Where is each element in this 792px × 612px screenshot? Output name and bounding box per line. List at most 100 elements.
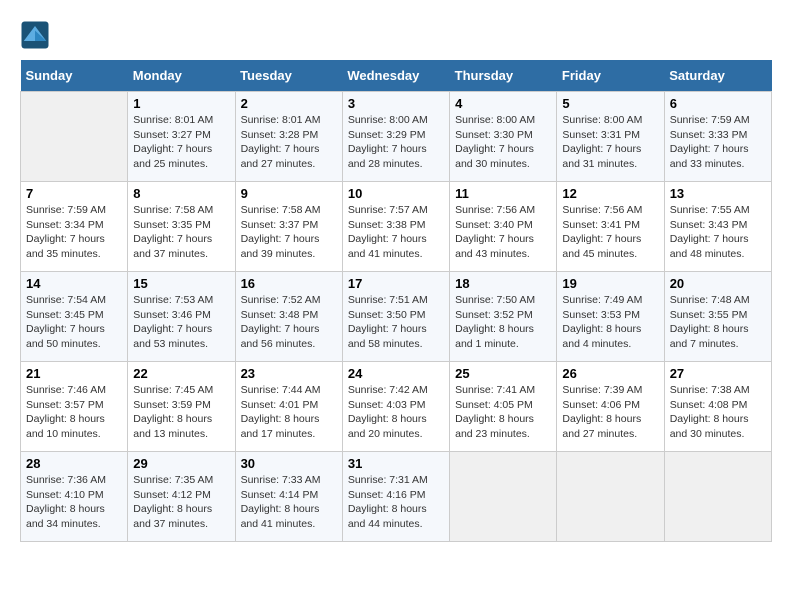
week-row-5: 28Sunrise: 7:36 AMSunset: 4:10 PMDayligh…: [21, 452, 772, 542]
day-number: 23: [241, 366, 337, 381]
calendar-cell: 31Sunrise: 7:31 AMSunset: 4:16 PMDayligh…: [342, 452, 449, 542]
calendar-cell: [21, 92, 128, 182]
day-header-wednesday: Wednesday: [342, 60, 449, 92]
day-info: Sunrise: 7:48 AMSunset: 3:55 PMDaylight:…: [670, 293, 766, 352]
calendar-cell: 24 Sunrise: 7:42 AMSunset: 4:03 PMDayligh…: [342, 362, 449, 452]
day-info: Sunrise: 7:35 AMSunset: 4:12 PMDaylight:…: [133, 473, 229, 532]
calendar-cell: 6 Sunrise: 7:59 AMSunset: 3:33 PMDaylight…: [664, 92, 771, 182]
day-number: 31: [348, 456, 444, 471]
day-number: 14: [26, 276, 122, 291]
day-number: 22: [133, 366, 229, 381]
calendar-cell: [450, 452, 557, 542]
calendar-table: SundayMondayTuesdayWednesdayThursdayFrid…: [20, 60, 772, 542]
day-number: 20: [670, 276, 766, 291]
day-header-tuesday: Tuesday: [235, 60, 342, 92]
day-info: Sunrise: 7:53 AMSunset: 3:46 PMDaylight:…: [133, 293, 229, 352]
week-row-2: 7 Sunrise: 7:59 AMSunset: 3:34 PMDaylight…: [21, 182, 772, 272]
calendar-cell: 17 Sunrise: 7:51 AMSunset: 3:50 PMDayligh…: [342, 272, 449, 362]
calendar-cell: 28Sunrise: 7:36 AMSunset: 4:10 PMDayligh…: [21, 452, 128, 542]
logo: [20, 20, 55, 50]
calendar-cell: 3Sunrise: 8:00 AMSunset: 3:29 PMDaylight…: [342, 92, 449, 182]
day-header-saturday: Saturday: [664, 60, 771, 92]
day-number: 10: [348, 186, 444, 201]
day-header-friday: Friday: [557, 60, 664, 92]
day-number: 24: [348, 366, 444, 381]
day-info: Sunrise: 7:46 AMSunset: 3:57 PMDaylight:…: [26, 383, 122, 442]
day-info: Sunrise: 7:56 AMSunset: 3:41 PMDaylight:…: [562, 203, 658, 262]
day-info: Sunrise: 8:00 AMSunset: 3:31 PMDaylight:…: [562, 113, 658, 172]
day-header-sunday: Sunday: [21, 60, 128, 92]
calendar-cell: 20 Sunrise: 7:48 AMSunset: 3:55 PMDayligh…: [664, 272, 771, 362]
calendar-cell: [557, 452, 664, 542]
day-number: 25: [455, 366, 551, 381]
day-info: Sunrise: 7:59 AMSunset: 3:33 PMDaylight:…: [670, 113, 766, 172]
calendar-cell: 10 Sunrise: 7:57 AMSunset: 3:38 PMDayligh…: [342, 182, 449, 272]
day-number: 11: [455, 186, 551, 201]
calendar-cell: 16Sunrise: 7:52 AMSunset: 3:48 PMDayligh…: [235, 272, 342, 362]
day-number: 2: [241, 96, 337, 111]
calendar-cell: 22 Sunrise: 7:45 AMSunset: 3:59 PMDayligh…: [128, 362, 235, 452]
calendar-cell: 1 Sunrise: 8:01 AMSunset: 3:27 PMDaylight…: [128, 92, 235, 182]
day-info: Sunrise: 8:01 AMSunset: 3:27 PMDaylight:…: [133, 113, 229, 172]
day-info: Sunrise: 7:56 AMSunset: 3:40 PMDaylight:…: [455, 203, 551, 262]
day-number: 9: [241, 186, 337, 201]
calendar-cell: 21 Sunrise: 7:46 AMSunset: 3:57 PMDayligh…: [21, 362, 128, 452]
calendar-cell: 25 Sunrise: 7:41 AMSunset: 4:05 PMDayligh…: [450, 362, 557, 452]
day-info: Sunrise: 7:36 AMSunset: 4:10 PMDaylight:…: [26, 473, 122, 532]
day-info: Sunrise: 7:44 AMSunset: 4:01 PMDaylight:…: [241, 383, 337, 442]
day-info: Sunrise: 7:59 AMSunset: 3:34 PMDaylight:…: [26, 203, 122, 262]
calendar-cell: 12 Sunrise: 7:56 AMSunset: 3:41 PMDayligh…: [557, 182, 664, 272]
day-info: Sunrise: 7:55 AMSunset: 3:43 PMDaylight:…: [670, 203, 766, 262]
day-info: Sunrise: 7:33 AMSunset: 4:14 PMDaylight:…: [241, 473, 337, 532]
day-info: Sunrise: 7:52 AMSunset: 3:48 PMDaylight:…: [241, 293, 337, 352]
day-header-thursday: Thursday: [450, 60, 557, 92]
header: [20, 20, 772, 50]
week-row-1: 1 Sunrise: 8:01 AMSunset: 3:27 PMDaylight…: [21, 92, 772, 182]
day-number: 29: [133, 456, 229, 471]
calendar-cell: 11 Sunrise: 7:56 AMSunset: 3:40 PMDayligh…: [450, 182, 557, 272]
day-number: 6: [670, 96, 766, 111]
day-info: Sunrise: 7:50 AMSunset: 3:52 PMDaylight:…: [455, 293, 551, 352]
calendar-cell: 5 Sunrise: 8:00 AMSunset: 3:31 PMDaylight…: [557, 92, 664, 182]
logo-icon: [20, 20, 50, 50]
day-number: 18: [455, 276, 551, 291]
day-number: 7: [26, 186, 122, 201]
day-number: 8: [133, 186, 229, 201]
calendar-cell: 2Sunrise: 8:01 AMSunset: 3:28 PMDaylight…: [235, 92, 342, 182]
calendar-cell: 27 Sunrise: 7:38 AMSunset: 4:08 PMDayligh…: [664, 362, 771, 452]
day-info: Sunrise: 7:58 AMSunset: 3:35 PMDaylight:…: [133, 203, 229, 262]
day-number: 15: [133, 276, 229, 291]
day-header-row: SundayMondayTuesdayWednesdayThursdayFrid…: [21, 60, 772, 92]
day-number: 17: [348, 276, 444, 291]
day-info: Sunrise: 7:51 AMSunset: 3:50 PMDaylight:…: [348, 293, 444, 352]
calendar-cell: 19 Sunrise: 7:49 AMSunset: 3:53 PMDayligh…: [557, 272, 664, 362]
day-number: 5: [562, 96, 658, 111]
week-row-4: 21 Sunrise: 7:46 AMSunset: 3:57 PMDayligh…: [21, 362, 772, 452]
calendar-cell: 7 Sunrise: 7:59 AMSunset: 3:34 PMDaylight…: [21, 182, 128, 272]
day-number: 27: [670, 366, 766, 381]
day-number: 26: [562, 366, 658, 381]
day-info: Sunrise: 7:49 AMSunset: 3:53 PMDaylight:…: [562, 293, 658, 352]
day-number: 12: [562, 186, 658, 201]
day-number: 19: [562, 276, 658, 291]
day-info: Sunrise: 7:42 AMSunset: 4:03 PMDaylight:…: [348, 383, 444, 442]
calendar-cell: 13Sunrise: 7:55 AMSunset: 3:43 PMDayligh…: [664, 182, 771, 272]
calendar-cell: 9Sunrise: 7:58 AMSunset: 3:37 PMDaylight…: [235, 182, 342, 272]
calendar-cell: 15 Sunrise: 7:53 AMSunset: 3:46 PMDayligh…: [128, 272, 235, 362]
calendar-cell: 23 Sunrise: 7:44 AMSunset: 4:01 PMDayligh…: [235, 362, 342, 452]
calendar-cell: 8 Sunrise: 7:58 AMSunset: 3:35 PMDaylight…: [128, 182, 235, 272]
calendar-cell: 30 Sunrise: 7:33 AMSunset: 4:14 PMDayligh…: [235, 452, 342, 542]
day-number: 4: [455, 96, 551, 111]
week-row-3: 14Sunrise: 7:54 AMSunset: 3:45 PMDayligh…: [21, 272, 772, 362]
day-number: 21: [26, 366, 122, 381]
day-info: Sunrise: 7:39 AMSunset: 4:06 PMDaylight:…: [562, 383, 658, 442]
day-info: Sunrise: 8:00 AMSunset: 3:29 PMDaylight:…: [348, 113, 444, 172]
day-info: Sunrise: 7:38 AMSunset: 4:08 PMDaylight:…: [670, 383, 766, 442]
day-number: 30: [241, 456, 337, 471]
day-info: Sunrise: 7:45 AMSunset: 3:59 PMDaylight:…: [133, 383, 229, 442]
calendar-cell: 4Sunrise: 8:00 AMSunset: 3:30 PMDaylight…: [450, 92, 557, 182]
day-info: Sunrise: 7:41 AMSunset: 4:05 PMDaylight:…: [455, 383, 551, 442]
day-info: Sunrise: 7:57 AMSunset: 3:38 PMDaylight:…: [348, 203, 444, 262]
day-number: 1: [133, 96, 229, 111]
calendar-cell: [664, 452, 771, 542]
